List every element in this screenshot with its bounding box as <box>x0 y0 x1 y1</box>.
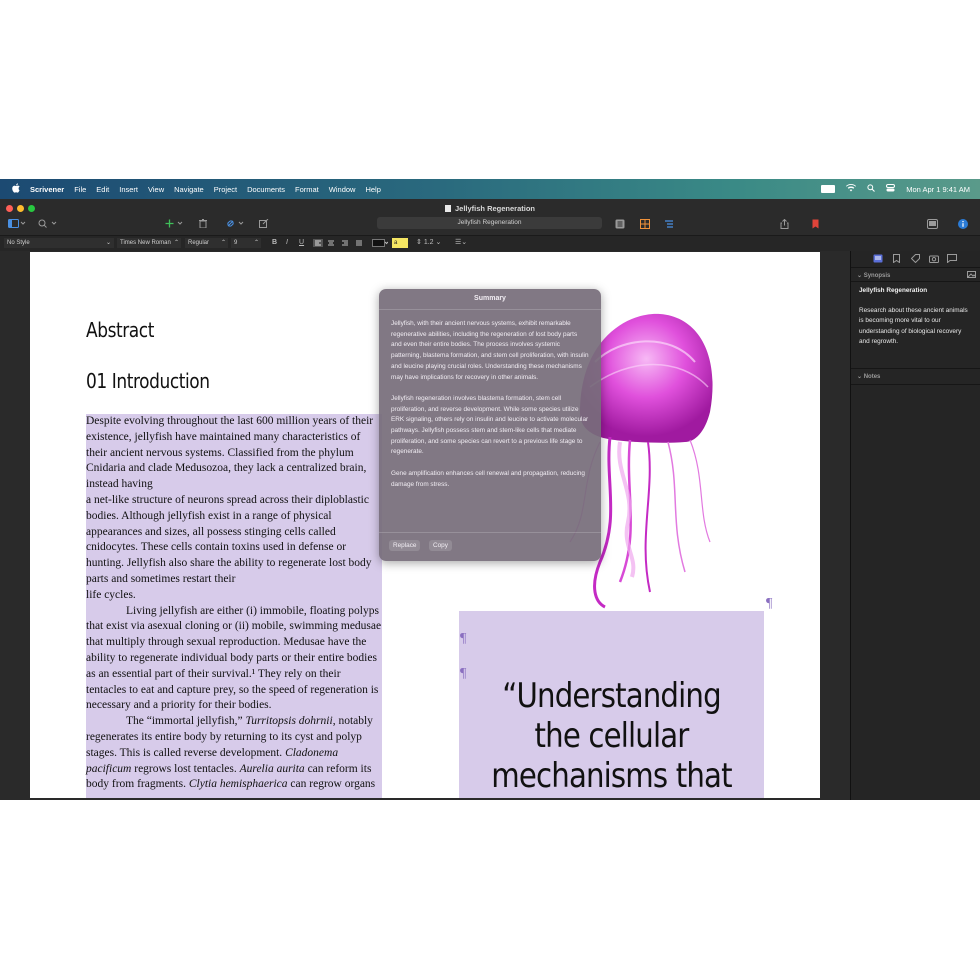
trash-icon[interactable] <box>199 219 207 230</box>
synopsis-image-icon[interactable] <box>967 271 976 280</box>
apple-icon[interactable] <box>12 182 20 196</box>
chevron-down-icon: ⌄ <box>105 240 111 246</box>
style-select[interactable]: No Style ⌄ <box>4 238 114 248</box>
menu-edit[interactable]: Edit <box>96 185 109 194</box>
control-center-icon[interactable] <box>886 184 896 194</box>
underline-button[interactable]: U <box>299 238 304 248</box>
paragraph-mark: ¶ <box>460 631 467 646</box>
menu-documents[interactable]: Documents <box>247 185 285 194</box>
chevron-down-icon: ⌄ <box>857 273 864 279</box>
format-bar: No Style ⌄ Times New Roman ⌃ Regular ⌃ 9 ⌃ B… <box>0 236 980 252</box>
screen: Scrivener File Edit Insert View Navigate… <box>0 179 980 800</box>
font-family-select[interactable]: Times New Roman ⌃ <box>117 238 181 248</box>
window-title: Jellyfish Regeneration <box>0 204 980 213</box>
menu-format[interactable]: Format <box>295 185 319 194</box>
bookmarks-tab-icon[interactable] <box>893 254 900 265</box>
snapshot-tab-icon[interactable] <box>929 254 939 265</box>
divider <box>851 281 980 282</box>
menu-app-scrivener[interactable]: Scrivener <box>30 185 64 194</box>
spotlight-search-icon[interactable] <box>867 184 876 194</box>
document-title-field[interactable]: Jellyfish Regeneration <box>377 217 602 229</box>
document-view-icon[interactable] <box>615 219 625 231</box>
text-color-swatch[interactable] <box>372 239 389 251</box>
link-icon[interactable] <box>226 219 246 230</box>
divider <box>851 368 980 369</box>
pull-quote-text: “Understanding the cellular mechanisms t… <box>491 676 732 798</box>
document-icon <box>444 205 451 212</box>
compose-icon[interactable] <box>259 218 269 230</box>
menu-bar: Scrivener File Edit Insert View Navigate… <box>0 179 980 199</box>
introduction-heading: 01 Introduction <box>86 369 210 393</box>
highlight-color-button[interactable]: a <box>392 238 408 248</box>
paragraph-2: a net-like structure of neurons spread a… <box>86 493 372 585</box>
binder-toggle-icon[interactable] <box>8 219 26 230</box>
bold-button[interactable]: B <box>272 238 277 248</box>
menu-insert[interactable]: Insert <box>119 185 138 194</box>
divider <box>851 384 980 385</box>
inspector-info-icon[interactable] <box>958 219 968 231</box>
inspector-tabs <box>851 251 980 268</box>
summary-paragraph: Jellyfish, with their ancient nervous sy… <box>391 320 589 381</box>
menu-window[interactable]: Window <box>329 185 356 194</box>
share-icon[interactable] <box>780 218 789 231</box>
paragraph-mark: ¶ <box>766 596 773 611</box>
battery-icon[interactable] <box>821 185 836 193</box>
divider <box>379 309 601 310</box>
body-text-selected[interactable]: Despite evolving throughout the last 600… <box>86 414 382 798</box>
compose-mode-icon[interactable] <box>927 219 938 231</box>
menu-navigate[interactable]: Navigate <box>174 185 204 194</box>
notes-section-header[interactable]: ⌄ Notes <box>857 373 880 380</box>
wifi-icon[interactable] <box>846 184 857 194</box>
inspector-panel: ⌄ Synopsis Jellyfish Regeneration Resear… <box>850 251 980 800</box>
summary-paragraph: Gene amplification enhances cell renewal… <box>391 469 585 488</box>
paragraph-5: The “immortal jellyfish,” Turritopsis do… <box>86 715 376 791</box>
italic-button[interactable]: I <box>286 238 288 248</box>
summary-body: Jellyfish, with their ancient nervous sy… <box>391 319 589 501</box>
list-bullets-icon[interactable]: ☰⌄ <box>455 238 467 248</box>
font-size-field[interactable]: 9 ⌃ <box>231 238 261 248</box>
add-item-icon[interactable] <box>165 219 185 230</box>
menu-help[interactable]: Help <box>365 185 380 194</box>
corkboard-view-icon[interactable] <box>640 219 650 231</box>
synopsis-text[interactable]: Research about these ancient animals is … <box>859 306 971 348</box>
notes-tab-icon[interactable] <box>873 254 883 265</box>
copy-button[interactable]: Copy <box>429 540 452 551</box>
menubar-clock[interactable]: Mon Apr 1 9:41 AM <box>906 185 970 194</box>
font-weight-select[interactable]: Regular ⌃ <box>185 238 228 248</box>
paragraph-3: life cycles. <box>86 588 136 601</box>
menu-view[interactable]: View <box>148 185 164 194</box>
abstract-heading: Abstract <box>86 318 154 342</box>
align-left-icon[interactable] <box>313 239 363 251</box>
tag-tab-icon[interactable] <box>910 254 920 265</box>
bookmark-icon[interactable] <box>812 219 819 231</box>
summary-paragraph: Jellyfish regeneration involves blastema… <box>391 394 589 456</box>
line-spacing-select[interactable]: ⇕ 1.2 ⌄ <box>416 238 441 248</box>
chevron-down-icon: ⌄ <box>857 374 864 380</box>
divider <box>379 532 601 533</box>
paragraph-mark: ¶ <box>460 666 467 681</box>
search-icon[interactable] <box>38 219 58 230</box>
synopsis-section-header[interactable]: ⌄ Synopsis <box>857 272 890 279</box>
outline-view-icon[interactable] <box>664 219 674 231</box>
menu-file[interactable]: File <box>74 185 86 194</box>
comments-tab-icon[interactable] <box>947 254 957 265</box>
menu-project[interactable]: Project <box>214 185 237 194</box>
paragraph-4: Living jellyfish are either (i) immobile… <box>86 604 382 712</box>
summary-title: Summary <box>474 295 506 302</box>
window-toolbar: Jellyfish Regeneration Jellyfish Regener… <box>0 199 980 236</box>
replace-button[interactable]: Replace <box>389 540 421 551</box>
summary-popover: Summary Jellyfish, with their ancient ne… <box>379 289 601 561</box>
paragraph-1: Despite evolving throughout the last 600… <box>86 415 374 491</box>
synopsis-title[interactable]: Jellyfish Regeneration <box>859 287 927 294</box>
